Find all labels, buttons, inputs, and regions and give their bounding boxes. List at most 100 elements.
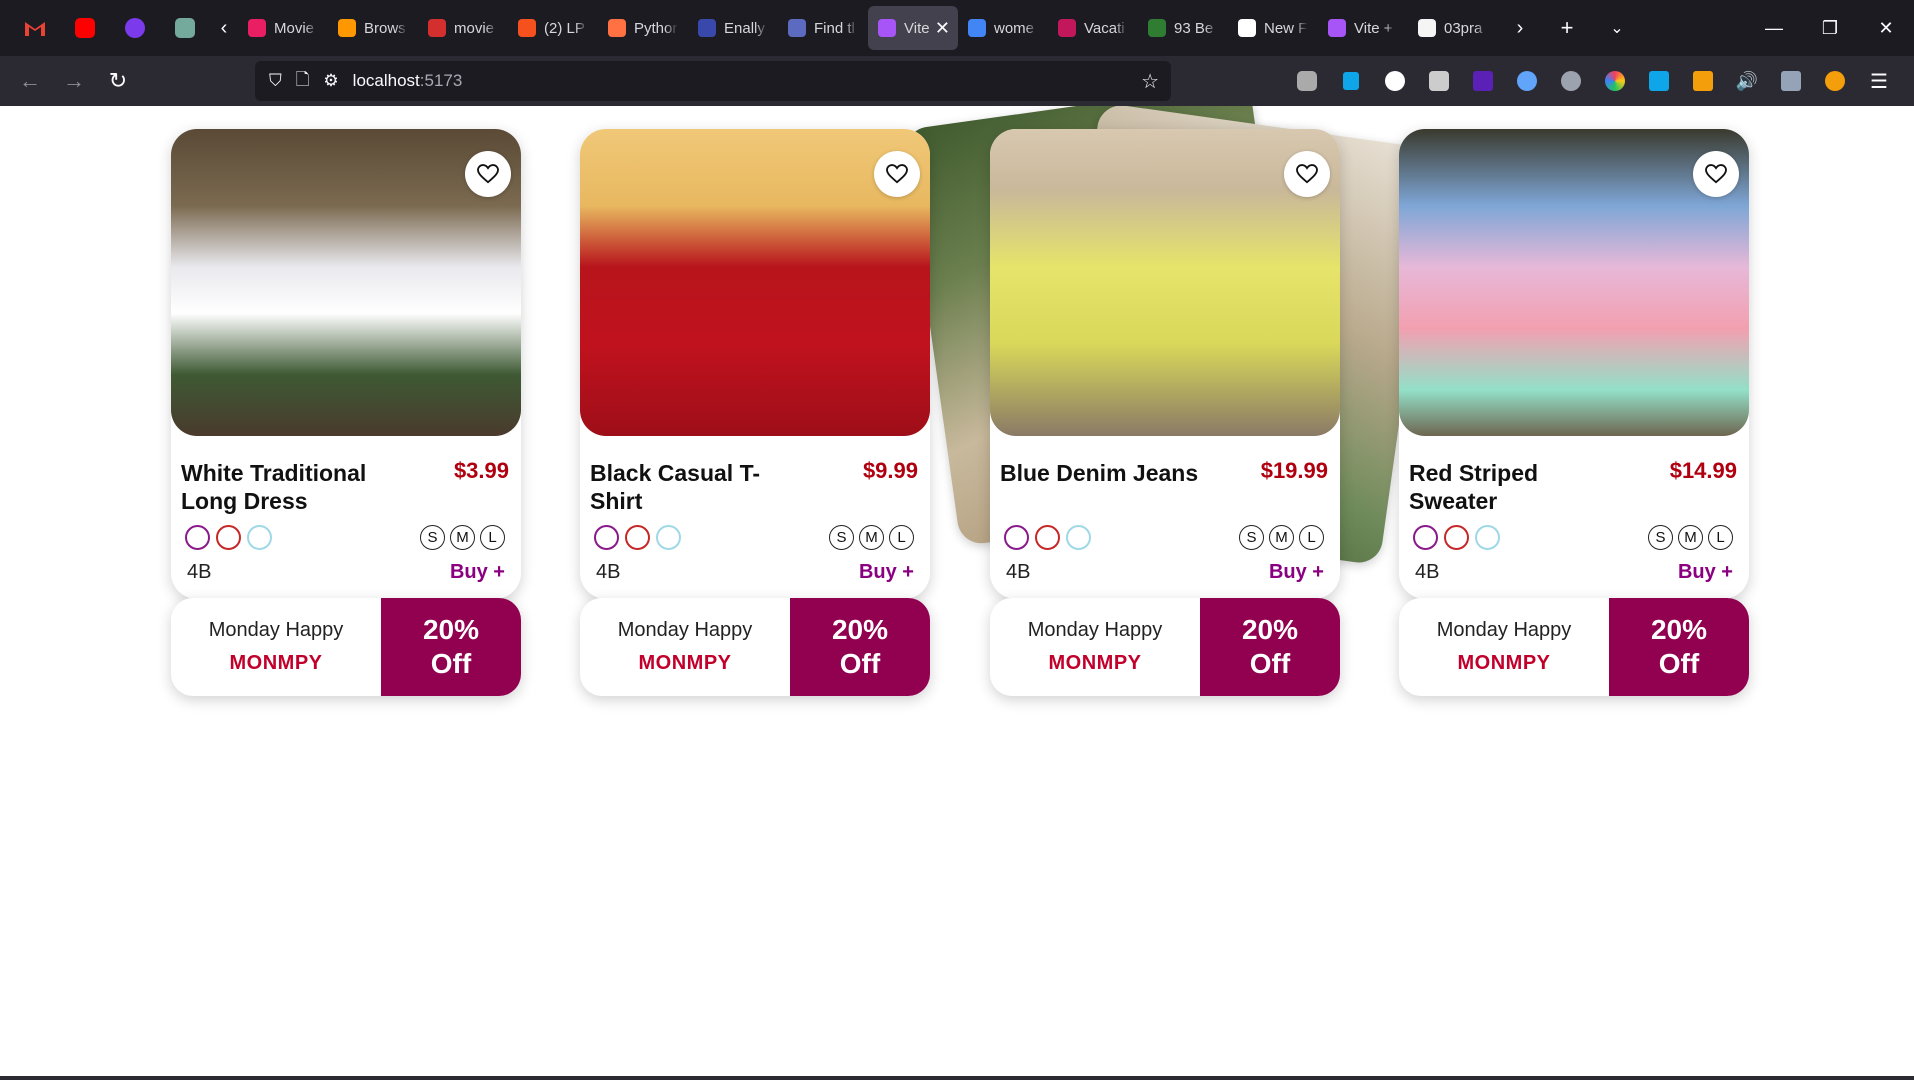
browser-tab[interactable]: Find tl — [778, 6, 868, 50]
permissions-icon[interactable]: ⚙ — [323, 71, 338, 91]
size-option[interactable]: L — [889, 525, 914, 550]
favorite-button[interactable] — [1693, 151, 1739, 197]
product-card[interactable]: Blue Denim Jeans $19.99 SML 4B Buy + — [990, 129, 1340, 599]
size-option[interactable]: M — [859, 525, 884, 550]
promo-code: MONMPY — [638, 652, 732, 674]
size-option[interactable]: S — [1648, 525, 1673, 550]
color-swatch[interactable] — [1444, 525, 1469, 550]
favorite-button[interactable] — [465, 151, 511, 197]
product-card[interactable]: Black Casual T-Shirt $9.99 SML 4B Buy + — [580, 129, 930, 599]
buy-button[interactable]: Buy + — [450, 561, 505, 584]
promo-text: Monday Happy — [1027, 619, 1163, 641]
promo-coupon[interactable]: Monday Happy MONMPY 20% Off — [990, 598, 1340, 696]
address-bar[interactable]: ⛉ 🗋 ⚙ localhost:5173 ☆ — [255, 61, 1171, 101]
browser-tab[interactable]: Vite + — [1318, 6, 1408, 50]
promo-coupon[interactable]: Monday Happy MONMPY 20% Off — [1399, 598, 1749, 696]
browser-tab[interactable]: Brows — [328, 6, 418, 50]
favorite-button[interactable] — [874, 151, 920, 197]
ext-purple-icon[interactable] — [1461, 56, 1505, 106]
download-icon[interactable] — [1329, 56, 1373, 106]
volume-icon[interactable]: 🔊 — [1725, 56, 1769, 106]
bookmark-star-icon[interactable]: ☆ — [1141, 69, 1159, 94]
ext-screen-icon[interactable] — [1769, 56, 1813, 106]
page-icon[interactable]: 🗋 — [296, 67, 310, 96]
ext-avatar-icon[interactable] — [1813, 56, 1857, 106]
url-text[interactable]: localhost:5173 — [353, 71, 463, 91]
color-swatch[interactable] — [185, 525, 210, 550]
browser-tab[interactable]: 93 Be — [1138, 6, 1228, 50]
size-option[interactable]: S — [1239, 525, 1264, 550]
color-swatch[interactable] — [1035, 525, 1060, 550]
browser-tab[interactable]: Enally — [688, 6, 778, 50]
pocket-icon[interactable] — [1285, 56, 1329, 106]
menu-icon[interactable]: ☰ — [1857, 56, 1901, 106]
browser-tab[interactable]: Vacati — [1048, 6, 1138, 50]
browser-tab[interactable]: movie — [418, 6, 508, 50]
back-button[interactable]: ← — [8, 61, 52, 101]
size-option[interactable]: L — [1708, 525, 1733, 550]
ext-translate-icon[interactable] — [1637, 56, 1681, 106]
buy-button[interactable]: Buy + — [1678, 561, 1733, 584]
size-option[interactable]: L — [1299, 525, 1324, 550]
color-swatch[interactable] — [594, 525, 619, 550]
promo-text: Monday Happy — [1436, 619, 1572, 641]
browser-tab[interactable]: Pythor — [598, 6, 688, 50]
browser-tab[interactable]: wome — [958, 6, 1048, 50]
browser-tab[interactable]: Vite ✕ — [868, 6, 958, 50]
product-card[interactable]: Red Striped Sweater $14.99 SML 4B Buy + — [1399, 129, 1749, 599]
proton-pinned-tab[interactable] — [110, 0, 160, 56]
color-swatch[interactable] — [656, 525, 681, 550]
list-all-tabs-button[interactable]: ⌄ — [1592, 0, 1642, 56]
tab-label: wome — [994, 19, 1035, 37]
ext-grammarly-icon[interactable] — [1549, 56, 1593, 106]
ext-cursor-icon[interactable] — [1505, 56, 1549, 106]
extensions-toolbar: 🔊 ☰ — [1285, 56, 1901, 106]
color-swatch[interactable] — [1413, 525, 1438, 550]
gmail-pinned-tab[interactable] — [10, 0, 60, 56]
tab-favicon-icon — [878, 19, 896, 37]
color-swatch[interactable] — [247, 525, 272, 550]
chevron-right-icon[interactable]: › — [1498, 0, 1542, 56]
color-swatch[interactable] — [1475, 525, 1500, 550]
minimize-button[interactable]: — — [1746, 0, 1802, 56]
promo-coupon[interactable]: Monday Happy MONMPY 20% Off — [171, 598, 521, 696]
tab-label: Vite + — [1354, 19, 1393, 37]
browser-tab[interactable]: (2) LP — [508, 6, 598, 50]
favorite-button[interactable] — [1284, 151, 1330, 197]
size-option[interactable]: M — [450, 525, 475, 550]
extensions-puzzle-icon[interactable] — [1417, 56, 1461, 106]
close-window-button[interactable]: ✕ — [1858, 0, 1914, 56]
size-option[interactable]: S — [829, 525, 854, 550]
product-price: $3.99 — [453, 458, 509, 483]
buy-button[interactable]: Buy + — [859, 561, 914, 584]
size-option[interactable]: M — [1678, 525, 1703, 550]
chevron-left-icon[interactable]: ‹ — [210, 0, 238, 56]
close-tab-icon[interactable]: ✕ — [935, 18, 950, 39]
color-swatch[interactable] — [625, 525, 650, 550]
size-option[interactable]: M — [1269, 525, 1294, 550]
browser-tab[interactable]: Movie — [238, 6, 328, 50]
buy-button[interactable]: Buy + — [1269, 561, 1324, 584]
product-card[interactable]: White Traditional Long Dress $3.99 SML 4… — [171, 129, 521, 599]
shield-icon[interactable]: ⛉ — [269, 71, 282, 91]
promo-coupon[interactable]: Monday Happy MONMPY 20% Off — [580, 598, 930, 696]
browser-tab[interactable]: 03pra — [1408, 6, 1498, 50]
tab-favicon-icon — [968, 19, 986, 37]
chatgpt-pinned-tab[interactable] — [160, 0, 210, 56]
browser-tab[interactable]: New F — [1228, 6, 1318, 50]
size-option[interactable]: S — [420, 525, 445, 550]
color-swatch[interactable] — [1004, 525, 1029, 550]
tab-favicon-icon — [248, 19, 266, 37]
ext-paint-icon[interactable] — [1681, 56, 1725, 106]
restore-button[interactable]: ❐ — [1802, 0, 1858, 56]
reload-button[interactable]: ↻ — [96, 61, 140, 101]
profile-p-icon[interactable] — [1373, 56, 1417, 106]
color-swatch[interactable] — [1066, 525, 1091, 550]
tab-favicon-icon — [1328, 19, 1346, 37]
youtube-pinned-tab[interactable] — [60, 0, 110, 56]
ext-color-icon[interactable] — [1593, 56, 1637, 106]
size-option[interactable]: L — [480, 525, 505, 550]
forward-button[interactable]: → — [52, 61, 96, 101]
new-tab-button[interactable]: + — [1542, 0, 1592, 56]
color-swatch[interactable] — [216, 525, 241, 550]
